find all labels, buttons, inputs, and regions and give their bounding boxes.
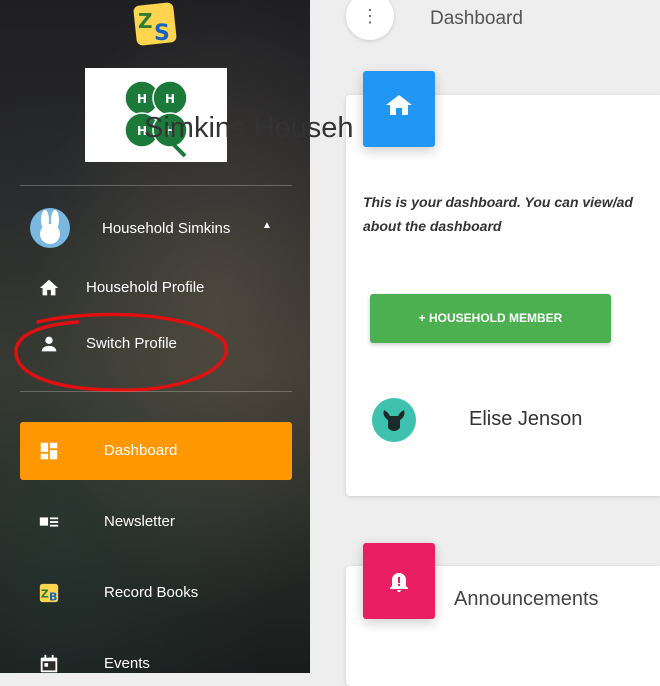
- sidebar-item-label: Record Books: [104, 584, 199, 601]
- person-icon: [41, 336, 57, 352]
- svg-text:Z: Z: [138, 9, 153, 33]
- sidebar-item-record-books[interactable]: ZB Record Books: [20, 564, 292, 622]
- more-vert-icon[interactable]: ⋮: [346, 0, 394, 40]
- svg-text:Z: Z: [41, 588, 49, 601]
- sidebar-item-newsletter[interactable]: Newsletter: [20, 493, 292, 551]
- member-avatar[interactable]: [372, 398, 416, 442]
- description-line: about the dashboard: [363, 218, 502, 234]
- calendar-icon: [40, 654, 58, 673]
- sidebar: Z S HH HH Household Simkins ▲ Household …: [0, 0, 310, 673]
- member-name[interactable]: Elise Jenson: [469, 408, 582, 431]
- user-name[interactable]: Household Simkins: [102, 220, 230, 237]
- sidebar-item-switch-profile[interactable]: Switch Profile: [0, 327, 300, 361]
- avatar[interactable]: [30, 208, 70, 248]
- sidebar-item-label: Switch Profile: [86, 335, 177, 352]
- sidebar-item-label: Dashboard: [104, 442, 178, 459]
- record-books-icon: ZB: [39, 583, 59, 603]
- sidebar-item-household-profile[interactable]: Household Profile: [0, 271, 300, 305]
- sidebar-item-dashboard[interactable]: Dashboard: [20, 422, 292, 480]
- announcement-bell-icon: [363, 543, 435, 619]
- svg-text:S: S: [154, 21, 170, 46]
- sidebar-item-label: Newsletter: [104, 513, 175, 530]
- page-title: Dashboard: [430, 8, 523, 29]
- zs-logo: Z S: [133, 2, 177, 46]
- description-line: This is your dashboard. You can view/ad: [363, 194, 633, 210]
- household-title: Simkins Househ: [144, 112, 354, 144]
- newsletter-icon: [39, 517, 59, 527]
- caret-up-icon[interactable]: ▲: [262, 220, 272, 231]
- sidebar-item-events[interactable]: Events: [20, 635, 292, 673]
- add-household-member-button[interactable]: + HOUSEHOLD MEMBER: [370, 294, 611, 343]
- announcements-title: Announcements: [454, 588, 599, 610]
- home-card-icon: [363, 71, 435, 147]
- sidebar-item-label: Events: [104, 655, 150, 672]
- sidebar-divider: [20, 391, 292, 392]
- home-icon: [39, 279, 59, 296]
- sidebar-item-label: Household Profile: [86, 279, 205, 296]
- svg-text:B: B: [49, 590, 57, 603]
- sidebar-divider: [20, 185, 292, 186]
- svg-text:H: H: [137, 92, 147, 106]
- svg-text:H: H: [165, 92, 175, 106]
- dashboard-icon: [40, 442, 58, 460]
- dashboard-description: This is your dashboard. You can view/ad …: [363, 190, 660, 238]
